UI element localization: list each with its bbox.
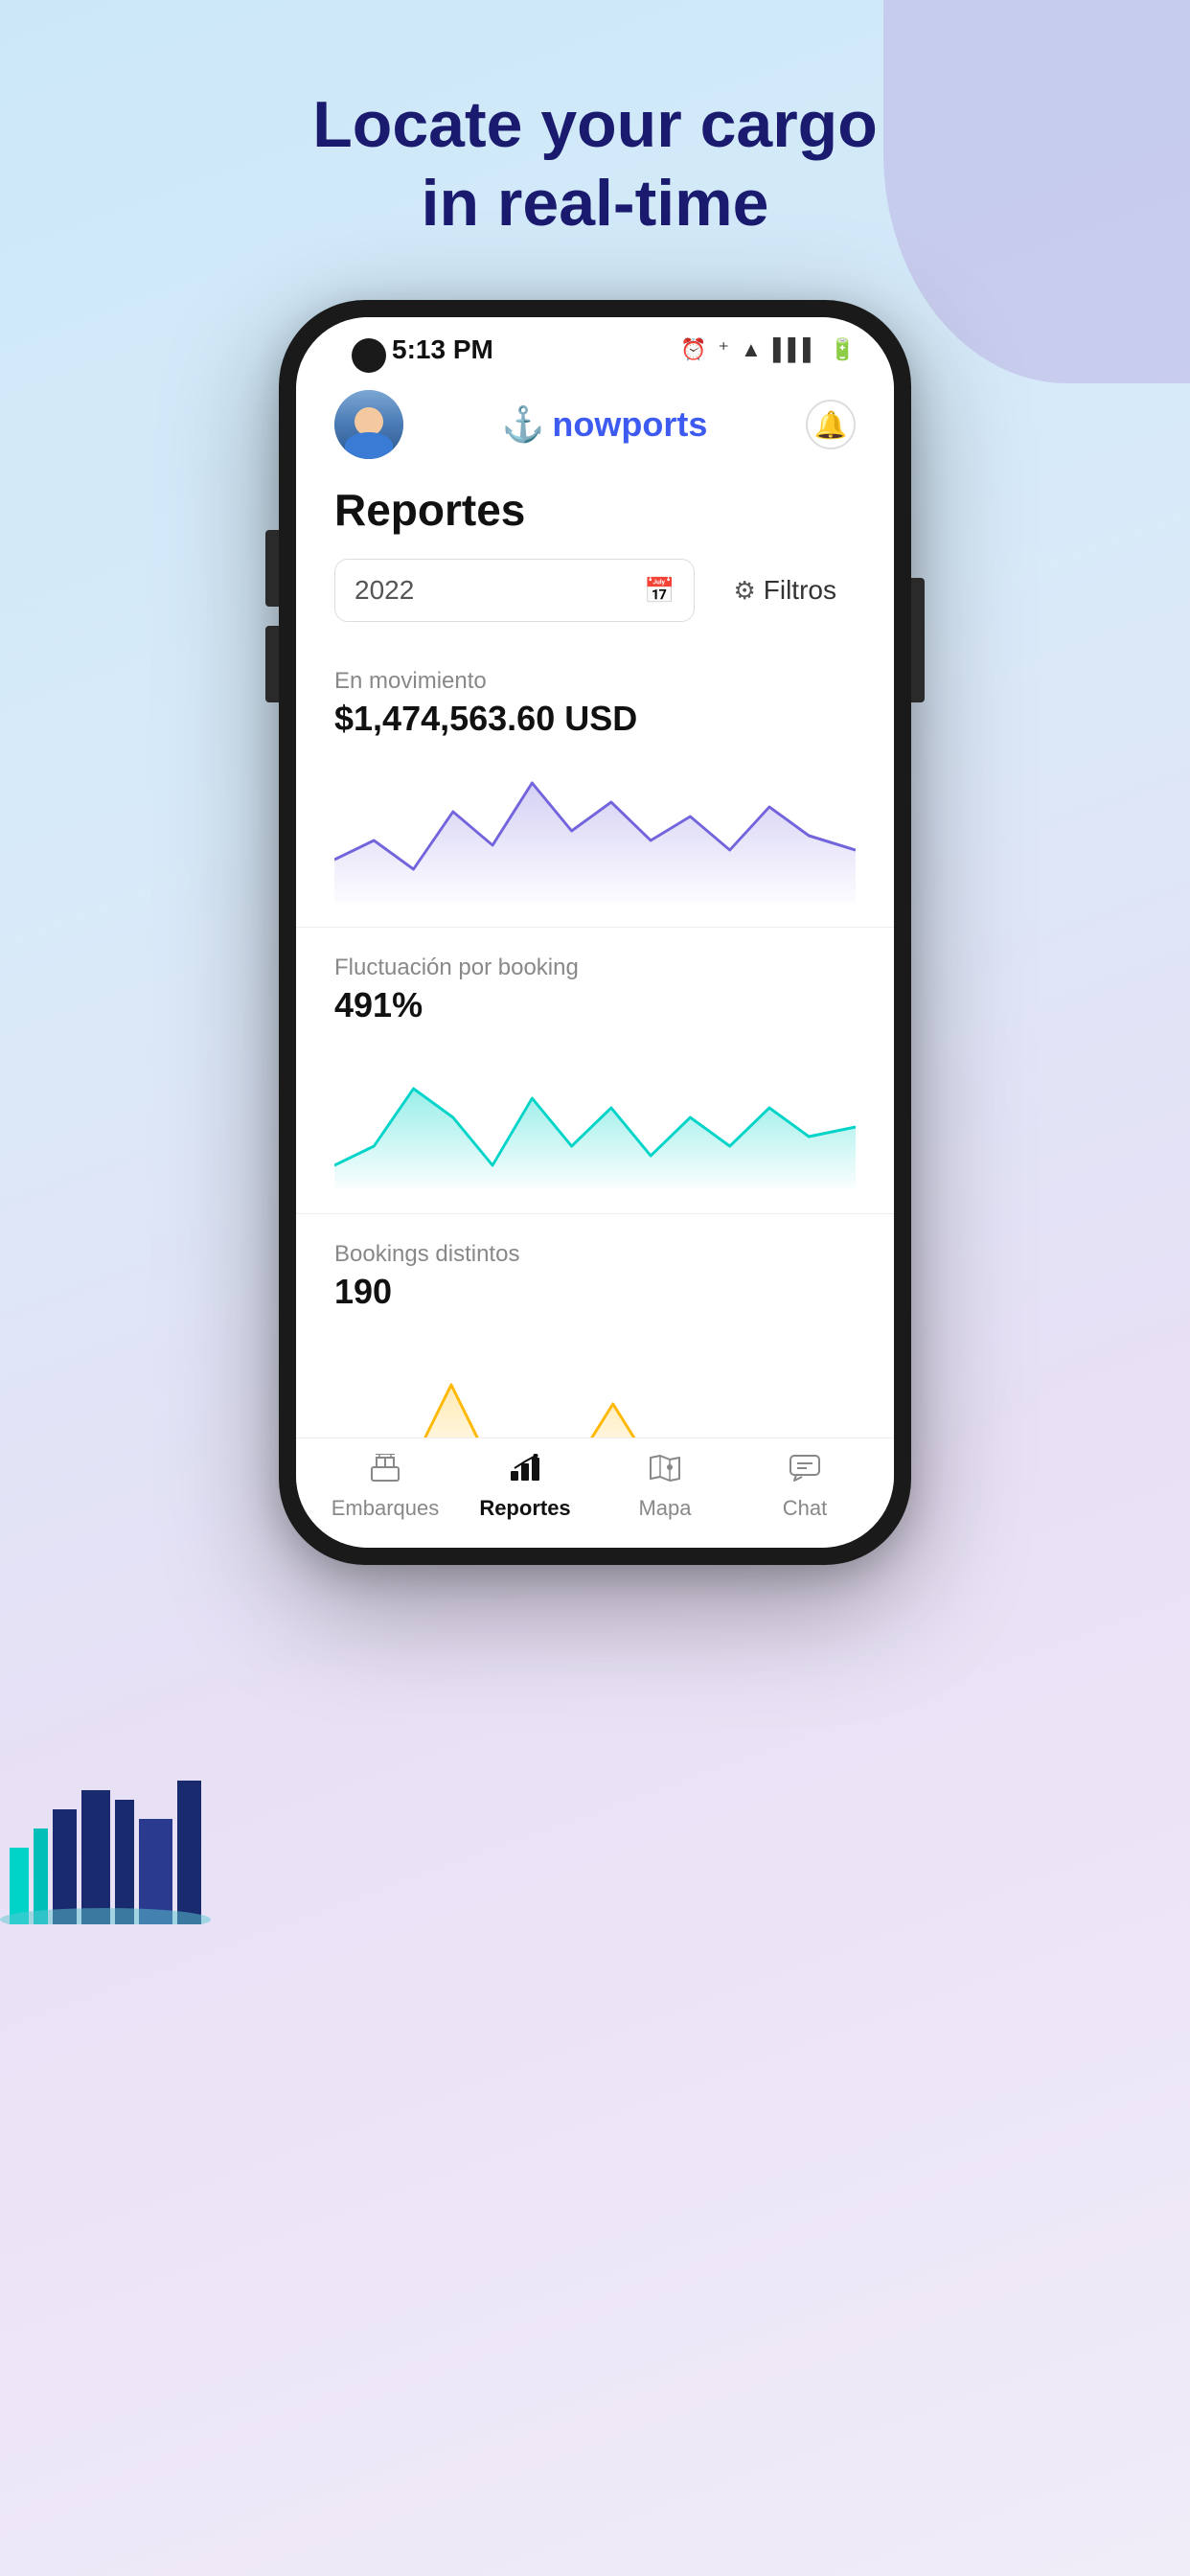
app-header: ⚓ nowports 🔔 — [296, 375, 894, 474]
section-title-area: Reportes — [296, 474, 894, 551]
status-time: 5:13 PM — [392, 334, 493, 365]
side-button-power — [911, 578, 925, 702]
chart1-value: $1,474,563.60 USD — [334, 699, 856, 739]
mapa-label: Mapa — [638, 1496, 691, 1521]
reportes-icon — [509, 1454, 541, 1490]
wifi-icon: ▲ — [741, 337, 762, 362]
section-title: Reportes — [334, 485, 525, 535]
chart-bookings: Bookings distintos 190 — [296, 1214, 894, 1438]
battery-icon: 🔋 — [830, 337, 856, 362]
status-icons: ⏰ ⁺ ▲ ▌▌▌ 🔋 — [680, 337, 856, 362]
side-button-vol-down — [265, 626, 279, 702]
nav-mapa[interactable]: Mapa — [595, 1454, 735, 1521]
side-button-vol-up — [265, 530, 279, 607]
chart1-canvas — [334, 754, 856, 908]
alarm-icon: ⏰ — [680, 337, 706, 362]
filter-sliders-icon: ⚙ — [733, 576, 755, 606]
city-skyline-decoration — [0, 1733, 211, 1924]
phone-mockup: 5:13 PM ⏰ ⁺ ▲ ▌▌▌ 🔋 ⚓ nowports — [279, 300, 911, 1565]
camera-hole — [352, 338, 386, 373]
notification-button[interactable]: 🔔 — [806, 400, 856, 449]
avatar-image — [334, 390, 403, 459]
bluetooth-icon: ⁺ — [718, 337, 729, 362]
bell-icon: 🔔 — [814, 409, 848, 441]
filter-bar: 2022 📅 ⚙ Filtros — [296, 551, 894, 641]
nav-chat[interactable]: Chat — [735, 1454, 875, 1521]
avatar[interactable] — [334, 390, 403, 459]
page-headline: Locate your cargoin real-time — [312, 86, 878, 242]
signal-icon: ▌▌▌ — [773, 337, 818, 362]
charts-area: En movimiento $1,474,563.60 USD — [296, 641, 894, 1438]
embarques-icon — [369, 1454, 401, 1490]
chat-icon — [789, 1454, 821, 1490]
chart3-canvas — [334, 1327, 856, 1438]
chart-en-movimiento: En movimiento $1,474,563.60 USD — [296, 641, 894, 928]
chat-label: Chat — [783, 1496, 827, 1521]
nav-reportes[interactable]: Reportes — [455, 1454, 595, 1521]
year-filter-input[interactable]: 2022 📅 — [334, 559, 695, 622]
nav-embarques[interactable]: Embarques — [315, 1454, 455, 1521]
chart2-value: 491% — [334, 985, 856, 1025]
blob-decoration — [883, 0, 1190, 383]
bottom-nav: Embarques Reportes — [296, 1438, 894, 1548]
calendar-icon: 📅 — [644, 576, 675, 606]
mapa-icon — [649, 1454, 681, 1490]
page-headline-area: Locate your cargoin real-time — [312, 86, 878, 242]
chart1-label: En movimiento — [334, 668, 856, 695]
filter-label: Filtros — [764, 575, 836, 606]
chart-fluctuacion: Fluctuación por booking 491% — [296, 928, 894, 1214]
filters-button[interactable]: ⚙ Filtros — [714, 560, 856, 621]
status-bar: 5:13 PM ⏰ ⁺ ▲ ▌▌▌ 🔋 — [296, 317, 894, 375]
app-logo: ⚓ nowports — [502, 404, 708, 445]
chart3-value: 190 — [334, 1272, 856, 1312]
logo-text: nowports — [552, 404, 707, 445]
embarques-label: Embarques — [332, 1496, 440, 1521]
chart2-canvas — [334, 1041, 856, 1194]
year-value: 2022 — [355, 575, 414, 606]
reportes-label: Reportes — [479, 1496, 570, 1521]
chart3-label: Bookings distintos — [334, 1241, 856, 1268]
logo-icon: ⚓ — [502, 404, 545, 445]
chart2-label: Fluctuación por booking — [334, 954, 856, 981]
